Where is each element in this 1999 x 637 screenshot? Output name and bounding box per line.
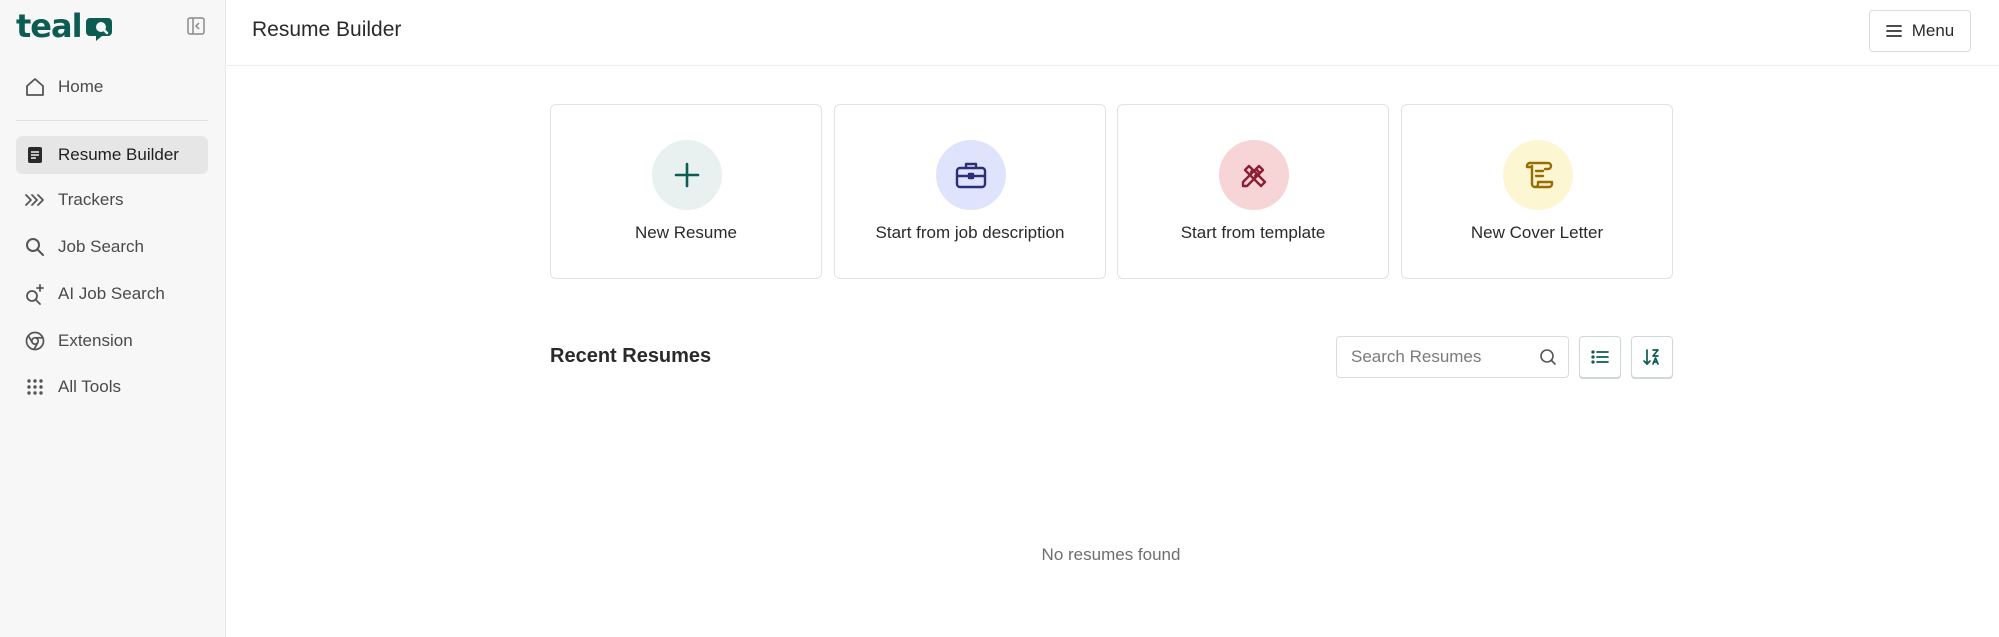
hamburger-icon	[1885, 24, 1902, 38]
card-icon-circle	[936, 140, 1006, 210]
sidebar-collapse-icon	[187, 17, 205, 35]
collapse-sidebar-button[interactable]	[185, 15, 207, 37]
card-icon-circle	[1219, 140, 1289, 210]
home-icon	[24, 76, 46, 98]
card-label: Start from template	[1180, 223, 1326, 242]
list-view-button[interactable]	[1579, 336, 1621, 378]
teal-logo[interactable]: teal	[16, 8, 116, 44]
sidebar-item-trackers[interactable]: Trackers	[16, 181, 208, 219]
start-from-job-description-card[interactable]: Start from job description	[834, 104, 1106, 279]
sidebar-item-ai-job-search[interactable]: AI Job Search	[16, 275, 208, 313]
scroll-icon	[1525, 161, 1554, 189]
sidebar-item-job-search[interactable]: Job Search	[16, 228, 208, 266]
sort-az-icon	[1643, 349, 1659, 365]
sidebar-divider	[16, 120, 208, 121]
sidebar-item-all-tools[interactable]: All Tools	[16, 368, 208, 406]
chevrons-right-icon	[24, 189, 46, 211]
new-cover-letter-card[interactable]: New Cover Letter	[1401, 104, 1673, 279]
list-icon	[1591, 350, 1609, 364]
sparkle-search-icon	[24, 283, 46, 305]
card-icon-circle	[1503, 140, 1573, 210]
card-label: New Resume	[634, 223, 738, 242]
teal-logo-mark-icon	[85, 18, 112, 41]
search-icon	[24, 236, 46, 258]
search-resumes-box	[1336, 336, 1569, 378]
search-resumes-input[interactable]	[1337, 337, 1527, 377]
card-icon-circle	[652, 140, 722, 210]
new-resume-card[interactable]: New Resume	[550, 104, 822, 279]
sidebar-item-extension[interactable]: Extension	[16, 322, 208, 360]
grid-dots-icon	[24, 376, 46, 398]
empty-state-message: No resumes found	[1041, 545, 1181, 564]
sidebar-item-label: Job Search	[58, 237, 144, 256]
sidebar-item-home[interactable]: Home	[16, 68, 208, 106]
top-header: Resume Builder Menu	[227, 0, 1999, 66]
sidebar-item-label: AI Job Search	[58, 284, 165, 303]
menu-button-label: Menu	[1911, 21, 1955, 40]
recent-resumes-title: Recent Resumes	[550, 345, 712, 367]
search-icon[interactable]	[1538, 347, 1558, 367]
sidebar: teal Home Resume Builder Trackers Job Se…	[0, 0, 226, 637]
menu-button[interactable]: Menu	[1869, 10, 1971, 52]
start-from-template-card[interactable]: Start from template	[1117, 104, 1389, 279]
card-label: New Cover Letter	[1470, 223, 1604, 242]
document-icon	[24, 144, 46, 166]
page-title: Resume Builder	[252, 18, 402, 41]
sidebar-item-label: Extension	[58, 331, 133, 350]
sidebar-item-resume-builder[interactable]: Resume Builder	[16, 136, 208, 174]
briefcase-icon	[955, 162, 987, 189]
logo-text: teal	[16, 7, 83, 45]
sidebar-item-label: Home	[58, 77, 104, 96]
sidebar-item-label: Trackers	[58, 190, 124, 209]
chrome-icon	[24, 330, 46, 352]
sidebar-item-label: Resume Builder	[58, 145, 179, 164]
pencil-ruler-icon	[1241, 164, 1267, 188]
plus-icon	[674, 162, 700, 188]
sidebar-item-label: All Tools	[58, 377, 121, 396]
sort-button[interactable]	[1631, 336, 1673, 378]
card-label: Start from job description	[875, 223, 1065, 242]
